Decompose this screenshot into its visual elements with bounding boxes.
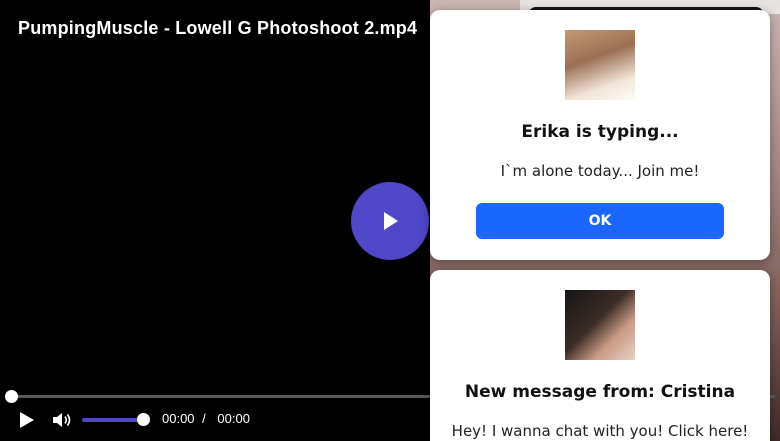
ok-button[interactable]: OK: [476, 203, 724, 239]
notification-title: New message from: Cristina: [464, 382, 736, 402]
notification-card-cristina[interactable]: New message from: Cristina Hey! I wanna …: [430, 270, 770, 441]
notification-card-erika[interactable]: Erika is typing... I`m alone today... Jo…: [430, 10, 770, 260]
notification-title: Erika is typing...: [521, 122, 679, 142]
notification-message: I`m alone today... Join me!: [500, 162, 700, 180]
duration: 00:00: [217, 411, 250, 426]
current-time: 00:00: [162, 411, 195, 426]
big-play-button[interactable]: [351, 182, 429, 260]
mute-button[interactable]: [50, 409, 74, 431]
avatar: [565, 30, 635, 100]
play-button[interactable]: [16, 409, 38, 431]
seek-handle[interactable]: [5, 390, 18, 403]
play-icon: [384, 212, 398, 230]
video-title: PumpingMuscle - Lowell G Photoshoot 2.mp…: [18, 18, 418, 38]
volume-handle[interactable]: [137, 413, 150, 426]
avatar: [565, 290, 635, 360]
play-icon: [20, 412, 34, 428]
volume-icon: [53, 413, 71, 427]
notification-message[interactable]: Hey! I wanna chat with you! Click here!: [430, 422, 770, 440]
time-separator: /: [202, 411, 206, 426]
time-display: 00:00 / 00:00: [162, 411, 250, 429]
